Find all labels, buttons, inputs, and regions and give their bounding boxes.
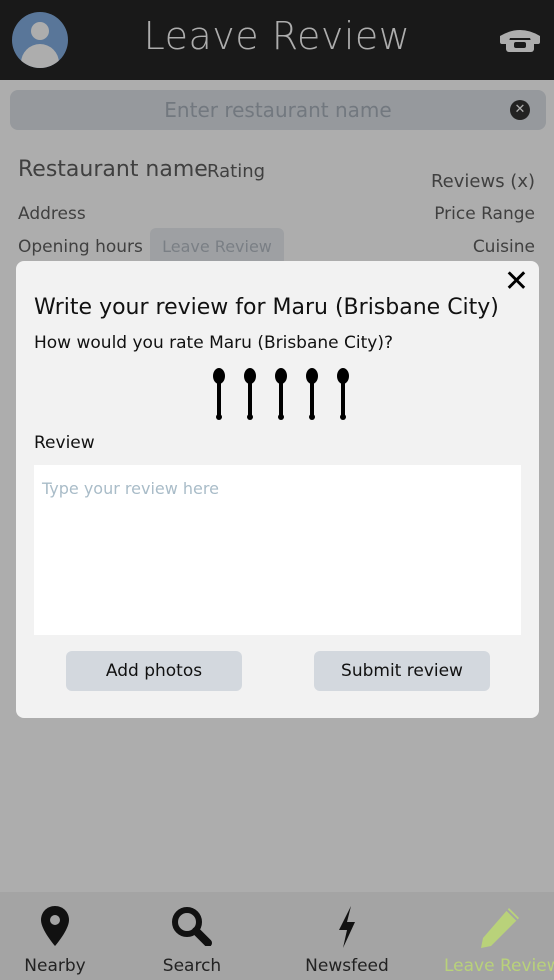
modal-title: Write your review for Maru (Brisbane Cit… xyxy=(34,295,499,320)
spoon-icon[interactable] xyxy=(243,368,257,420)
pencil-icon xyxy=(481,908,519,948)
map-pin-icon xyxy=(41,906,69,946)
spoon-rating xyxy=(212,368,362,424)
spoon-icon[interactable] xyxy=(274,368,288,420)
add-photos-button[interactable]: Add photos xyxy=(66,651,242,691)
lightning-icon xyxy=(339,906,355,948)
nav-item-newsfeed[interactable]: Newsfeed xyxy=(292,892,402,980)
review-modal: ✕ Write your review for Maru (Brisbane C… xyxy=(16,261,539,718)
submit-review-button[interactable]: Submit review xyxy=(314,651,490,691)
nav-label-leave-review: Leave Review xyxy=(444,956,554,976)
nav-label-search: Search xyxy=(162,956,222,976)
spoon-icon[interactable] xyxy=(305,368,319,420)
spoon-icon[interactable] xyxy=(336,368,350,420)
close-icon[interactable]: ✕ xyxy=(504,267,529,297)
review-label: Review xyxy=(34,433,95,453)
rating-question: How would you rate Maru (Brisbane City)? xyxy=(34,333,394,353)
search-icon xyxy=(172,907,212,946)
bottom-nav: Nearby Search Newsfeed Leave Review xyxy=(0,892,554,980)
nav-item-leave-review[interactable]: Leave Review xyxy=(444,892,554,980)
nav-label-newsfeed: Newsfeed xyxy=(305,956,389,976)
nav-label-nearby: Nearby xyxy=(24,956,86,976)
review-textarea[interactable] xyxy=(34,465,521,635)
nav-item-nearby[interactable]: Nearby xyxy=(0,892,110,980)
nav-item-search[interactable]: Search xyxy=(137,892,247,980)
spoon-icon[interactable] xyxy=(212,368,226,420)
